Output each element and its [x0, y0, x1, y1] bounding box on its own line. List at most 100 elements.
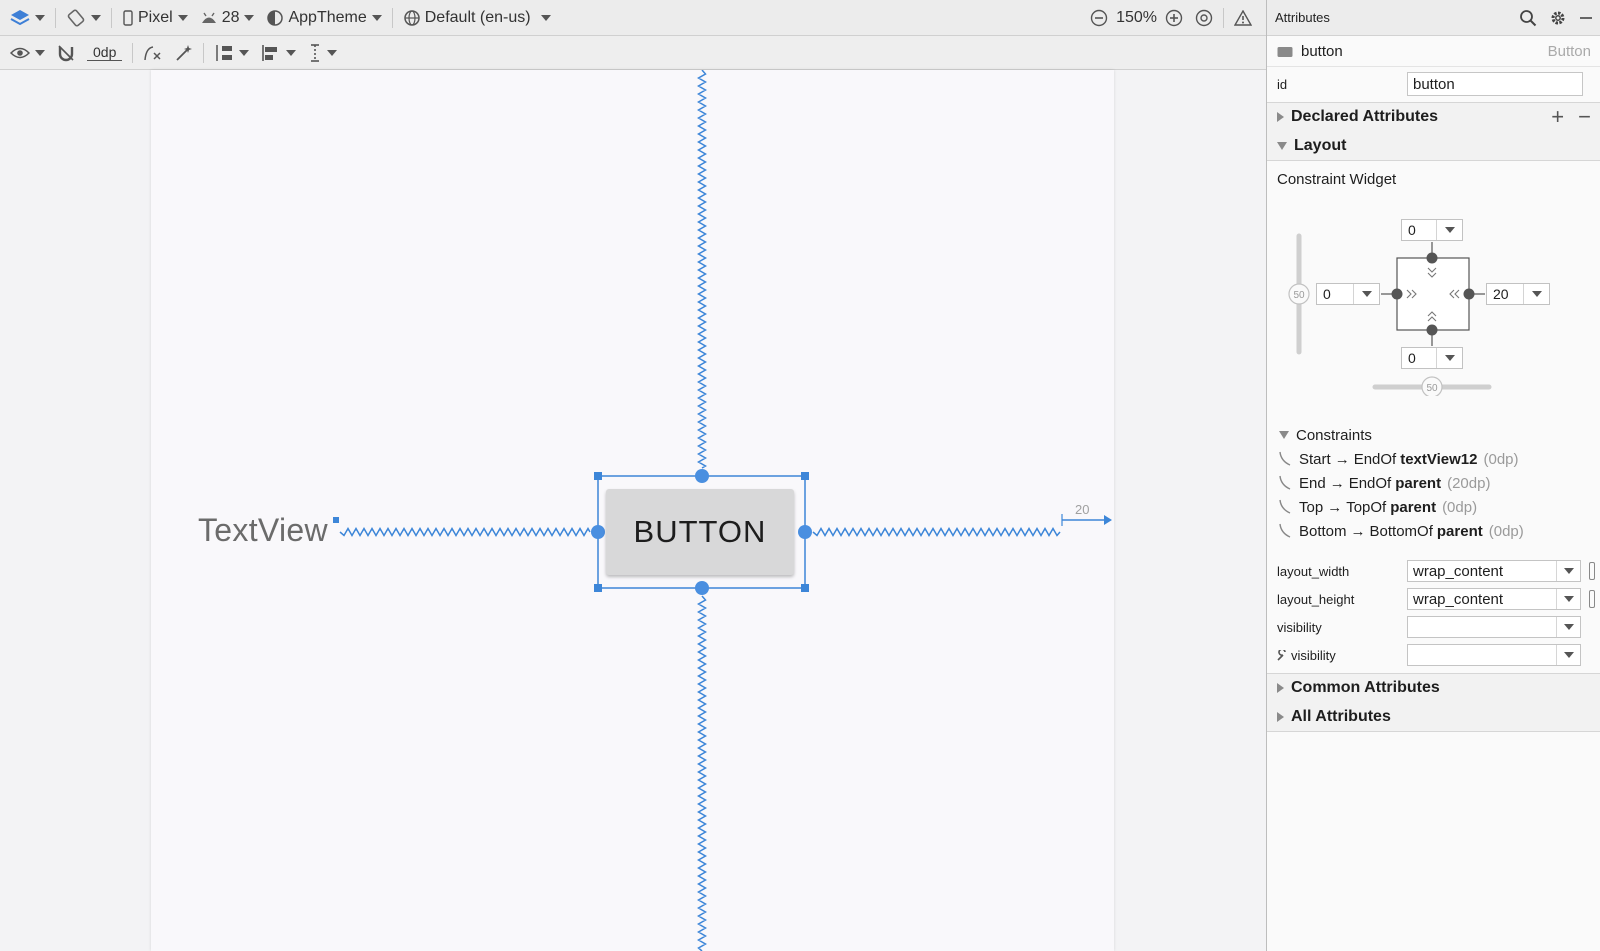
widget-top-anchor[interactable] [1426, 252, 1438, 264]
layout-editor: Pixel 28 AppTheme Default (en-us) 150% 0… [0, 0, 1266, 951]
constraint-margin: (0dp) [1488, 522, 1524, 540]
attribute-dropdown[interactable] [1407, 644, 1581, 666]
start-anchor[interactable] [591, 525, 605, 539]
clear-constraints-button[interactable] [137, 36, 169, 69]
layout-section[interactable]: Layout [1267, 131, 1600, 161]
attribute-row: layout_width wrap_content [1267, 557, 1600, 585]
theme-label: AppTheme [288, 8, 367, 26]
widget-end-anchor[interactable] [1463, 288, 1475, 300]
end-margin-label: 20 [1075, 502, 1090, 517]
resize-handle-bottom-left[interactable] [594, 584, 602, 592]
attribute-dropdown[interactable] [1407, 616, 1581, 638]
view-options-button[interactable] [0, 36, 51, 69]
constraints-header[interactable]: Constraints [1267, 424, 1600, 446]
section-title: Layout [1294, 136, 1347, 154]
widget-bottom-anchor[interactable] [1426, 324, 1438, 336]
api-level-selector[interactable]: 28 [194, 0, 261, 35]
chevron-down-icon [35, 49, 45, 56]
remove-attribute-button[interactable]: − [1578, 106, 1591, 128]
attribute-label: layout_height [1277, 592, 1407, 607]
chevron-down-icon [286, 49, 297, 56]
chevron-down-icon [1556, 561, 1580, 581]
attribute-label-text: layout_width [1277, 563, 1350, 579]
chevron-down-icon [35, 14, 45, 21]
search-icon [1520, 9, 1537, 26]
collapse-icon [1277, 141, 1287, 150]
constraint-margin: (0dp) [1483, 450, 1519, 468]
attribute-dropdown[interactable]: wrap_content [1407, 588, 1581, 610]
bottom-margin-dropdown[interactable]: 0 [1401, 347, 1463, 369]
arrow-right-icon [1104, 515, 1112, 525]
start-margin-dropdown[interactable]: 0 [1316, 283, 1380, 305]
attribute-value: wrap_content [1413, 562, 1504, 580]
all-attributes-section[interactable]: All Attributes [1267, 702, 1600, 732]
chevron-down-icon [244, 14, 255, 21]
attribute-link-icon[interactable] [1589, 590, 1595, 608]
resize-handle-top-left[interactable] [594, 472, 602, 480]
design-surface[interactable]: TextView BUTTON 20 [0, 70, 1266, 951]
chevron-down-icon [1436, 348, 1462, 368]
zoom-out-button[interactable] [1084, 0, 1114, 35]
device-selector[interactable]: Pixel [116, 0, 194, 35]
search-button[interactable] [1519, 9, 1537, 27]
chevron-down-icon [91, 14, 101, 21]
settings-button[interactable] [1549, 9, 1567, 27]
attribute-link-icon[interactable] [1589, 562, 1595, 580]
locale-selector[interactable]: Default (en-us) [397, 0, 557, 35]
textview-widget[interactable]: TextView [198, 512, 328, 549]
constraint-item[interactable]: Top → TopOf parent (0dp) [1277, 496, 1477, 518]
constraint-margin: (20dp) [1447, 474, 1491, 492]
autoconnect-toggle[interactable] [51, 36, 81, 69]
top-anchor[interactable] [695, 469, 709, 483]
resize-handle-top-right[interactable] [801, 472, 809, 480]
collapse-icon [1279, 431, 1289, 439]
pack-button[interactable] [208, 36, 255, 69]
arrow-right-icon: → [1329, 474, 1345, 492]
constraint-anchor: TopOf [1346, 498, 1387, 516]
button-component-icon [1277, 46, 1293, 57]
guidelines-button[interactable] [302, 36, 343, 69]
id-row: id button [1267, 68, 1600, 100]
declared-attributes-section[interactable]: Declared Attributes + − [1267, 102, 1600, 132]
arrow-right-icon: → [1334, 450, 1350, 468]
id-label: id [1277, 76, 1288, 92]
id-field[interactable]: button [1407, 72, 1583, 96]
gear-icon [1551, 11, 1565, 24]
constraint-widget-label: Constraint Widget [1277, 170, 1397, 188]
constraint-item[interactable]: Bottom → BottomOf parent (0dp) [1277, 520, 1524, 542]
minimize-button[interactable] [1579, 11, 1593, 25]
attribute-label: layout_width [1277, 564, 1407, 579]
zoom-fit-button[interactable] [1189, 0, 1219, 35]
bottom-margin-value: 0 [1408, 350, 1416, 366]
constraint-item[interactable]: Start → EndOf textView12 (0dp) [1277, 448, 1519, 470]
attribute-label-text: visibility [1277, 619, 1322, 635]
expand-icon [1277, 711, 1284, 722]
chevron-down-icon [1556, 645, 1580, 665]
end-anchor[interactable] [798, 525, 812, 539]
resize-handle-bottom-right[interactable] [801, 584, 809, 592]
constraint-target: parent [1436, 522, 1483, 540]
add-attribute-button[interactable]: + [1551, 106, 1564, 128]
design-toolbar: Pixel 28 AppTheme Default (en-us) 150% [0, 0, 1266, 36]
warnings-button[interactable] [1228, 0, 1266, 35]
constraint-side: Top [1299, 498, 1324, 516]
section-title: All Attributes [1291, 707, 1391, 725]
default-margin-button[interactable]: 0dp [81, 36, 128, 69]
attribute-dropdown[interactable]: wrap_content [1407, 560, 1581, 582]
attribute-label-text: layout_height [1277, 591, 1355, 607]
zoom-in-button[interactable] [1159, 0, 1189, 35]
common-attributes-section[interactable]: Common Attributes [1267, 673, 1600, 703]
bottom-anchor[interactable] [695, 581, 709, 595]
orientation-button[interactable] [60, 0, 107, 35]
end-margin-dropdown[interactable]: 20 [1486, 283, 1550, 305]
infer-constraints-button[interactable] [169, 36, 199, 69]
theme-selector[interactable]: AppTheme [260, 0, 387, 35]
align-button[interactable] [255, 36, 302, 69]
panel-header: Attributes [1267, 0, 1600, 36]
wrench-icon [1277, 649, 1286, 661]
top-margin-dropdown[interactable]: 0 [1401, 219, 1463, 241]
design-surface-button[interactable] [0, 0, 51, 35]
widget-start-anchor[interactable] [1391, 288, 1403, 300]
constraint-item[interactable]: End → EndOf parent (20dp) [1277, 472, 1490, 494]
button-widget[interactable]: BUTTON [606, 489, 794, 575]
